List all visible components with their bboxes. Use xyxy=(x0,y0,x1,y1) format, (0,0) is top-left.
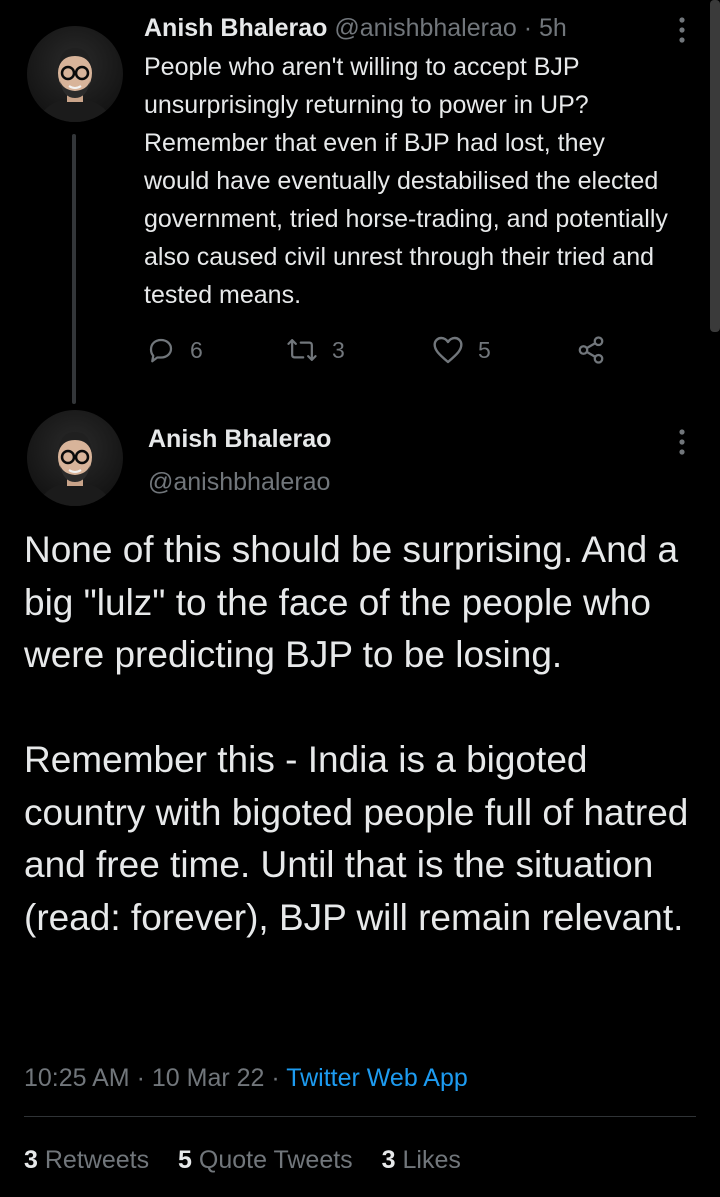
avatar[interactable] xyxy=(27,410,123,506)
reply-icon xyxy=(146,335,176,365)
more-vertical-icon[interactable] xyxy=(678,427,686,457)
heart-icon xyxy=(432,335,464,365)
author-name[interactable]: Anish Bhalerao xyxy=(148,422,331,456)
meta-separator: · xyxy=(523,14,533,42)
retweet-icon xyxy=(286,335,318,365)
quote-tweets-stat[interactable]: 5 Quote Tweets xyxy=(178,1146,353,1174)
avatar-photo xyxy=(39,432,111,506)
thread-line xyxy=(72,134,76,404)
retweet-count: 3 xyxy=(332,336,345,363)
quotes-count: 5 xyxy=(178,1146,192,1174)
tweet-header: Anish Bhalerao @anishbhalerao · 5h xyxy=(144,12,567,44)
author-handle[interactable]: @anishbhalerao xyxy=(334,14,516,42)
divider xyxy=(24,1116,696,1117)
scrollbar-thumb[interactable] xyxy=(710,0,720,332)
tweet-stats: 3 Retweets 5 Quote Tweets 3 Likes xyxy=(24,1142,483,1178)
avatar-photo xyxy=(39,48,111,122)
share-icon xyxy=(576,335,606,365)
meta-separator: · xyxy=(136,1064,145,1092)
retweets-label: Retweets xyxy=(44,1146,150,1174)
meta-separator: · xyxy=(271,1064,280,1092)
share-button[interactable] xyxy=(576,330,606,370)
tweet-source-link[interactable]: Twitter Web App xyxy=(286,1064,468,1092)
tweet-timestamp: 10:25 AM · 10 Mar 22 · Twitter Web App xyxy=(24,1060,468,1096)
tweet-paragraph: None of this should be surprising. And a… xyxy=(24,529,679,675)
tweet-text: None of this should be surprising. And a… xyxy=(24,524,714,944)
quotes-label: Quote Tweets xyxy=(198,1146,353,1174)
tweet-time[interactable]: 5h xyxy=(539,14,567,42)
likes-stat[interactable]: 3 Likes xyxy=(382,1146,461,1174)
like-count: 5 xyxy=(478,336,491,363)
tweet-paragraph: Remember this - India is a bigoted count… xyxy=(24,739,689,938)
like-button[interactable]: 5 xyxy=(432,330,491,370)
avatar[interactable] xyxy=(27,26,123,122)
retweet-button[interactable]: 3 xyxy=(286,330,345,370)
author-handle[interactable]: @anishbhalerao xyxy=(148,465,330,499)
retweets-count: 3 xyxy=(24,1146,38,1174)
reply-count: 6 xyxy=(190,336,203,363)
tweet-text: People who aren't willing to accept BJP … xyxy=(144,53,668,309)
reply-button[interactable]: 6 xyxy=(146,330,203,370)
tweet-date[interactable]: 10 Mar 22 xyxy=(152,1064,265,1092)
retweets-stat[interactable]: 3 Retweets xyxy=(24,1146,149,1174)
more-vertical-icon[interactable] xyxy=(678,15,686,45)
likes-count: 3 xyxy=(381,1146,396,1174)
likes-label: Likes xyxy=(402,1146,461,1174)
tweet-time[interactable]: 10:25 AM xyxy=(24,1064,130,1092)
author-name[interactable]: Anish Bhalerao xyxy=(144,14,327,42)
